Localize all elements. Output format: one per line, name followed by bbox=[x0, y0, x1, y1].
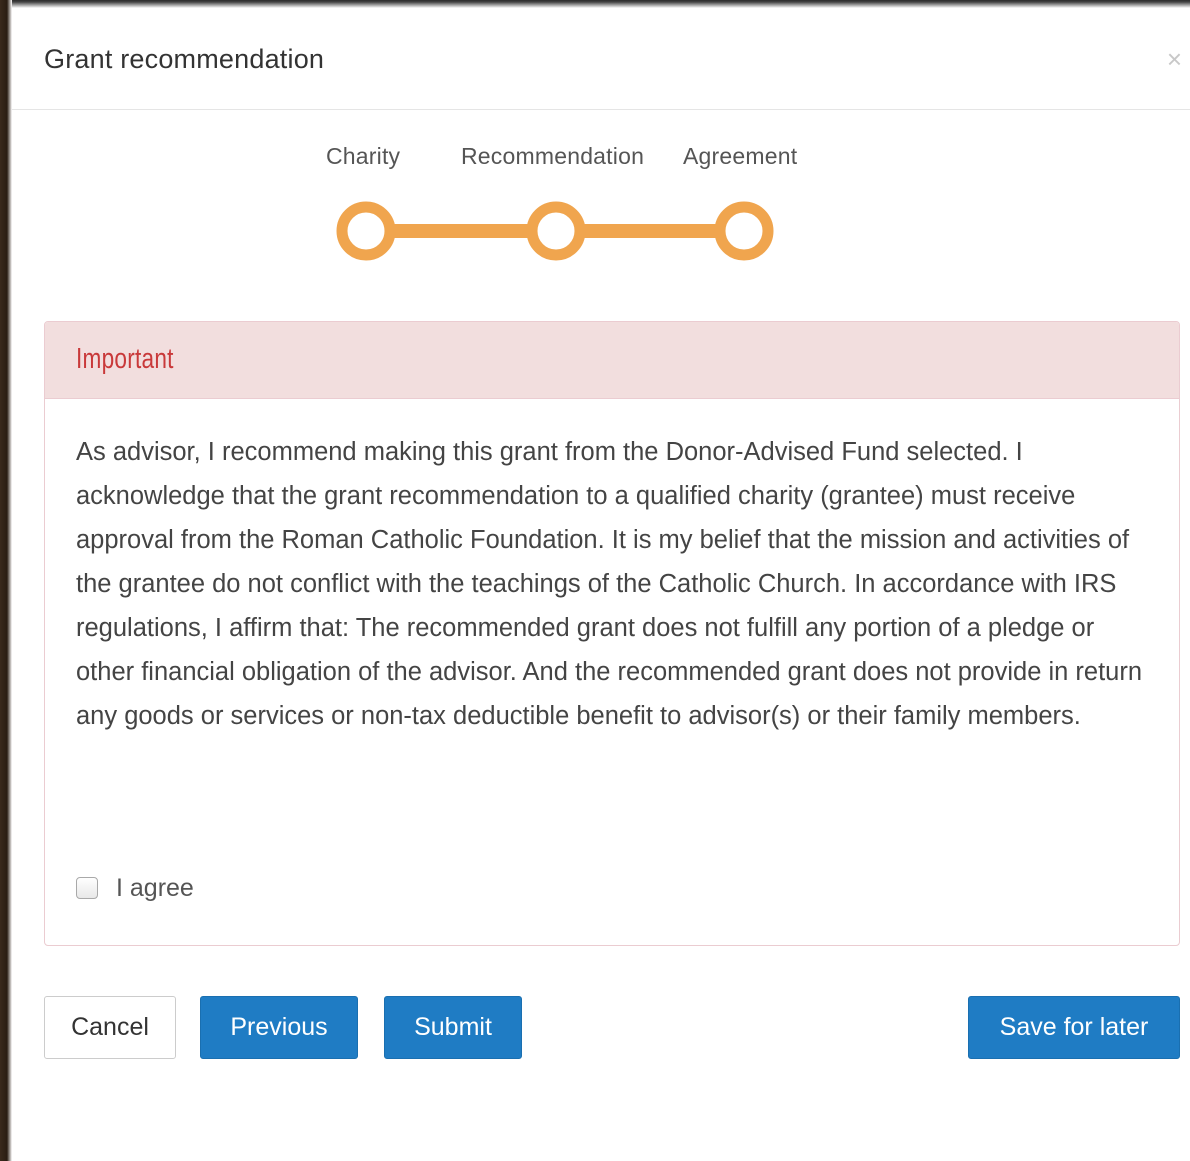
modal-header: Grant recommendation × bbox=[12, 8, 1190, 110]
agreement-text: As advisor, I recommend making this gran… bbox=[76, 438, 1143, 730]
window-left-edge bbox=[0, 0, 12, 1161]
grant-recommendation-modal: Grant recommendation × Charity Recommend… bbox=[12, 8, 1190, 1161]
step-progress-track bbox=[336, 201, 774, 261]
previous-button[interactable]: Previous bbox=[200, 996, 358, 1059]
agree-label[interactable]: I agree bbox=[116, 874, 194, 903]
agree-checkbox-row[interactable]: I agree bbox=[76, 872, 194, 904]
panel-title: Important bbox=[76, 343, 174, 375]
save-for-later-button[interactable]: Save for later bbox=[968, 996, 1180, 1059]
close-button[interactable]: × bbox=[1167, 46, 1182, 72]
panel-heading: Important bbox=[45, 322, 1179, 399]
window-top-edge bbox=[0, 0, 1190, 8]
cancel-button[interactable]: Cancel bbox=[44, 996, 176, 1059]
modal-title: Grant recommendation bbox=[44, 44, 325, 74]
important-panel: Important As advisor, I recommend making… bbox=[44, 321, 1180, 946]
agree-checkbox[interactable] bbox=[76, 877, 98, 899]
step-node-charity[interactable] bbox=[336, 201, 396, 261]
submit-button[interactable]: Submit bbox=[384, 996, 522, 1059]
step-node-agreement[interactable] bbox=[714, 201, 774, 261]
step-indicator: Charity Recommendation Agreement bbox=[12, 109, 1190, 319]
step-node-recommendation[interactable] bbox=[526, 201, 586, 261]
